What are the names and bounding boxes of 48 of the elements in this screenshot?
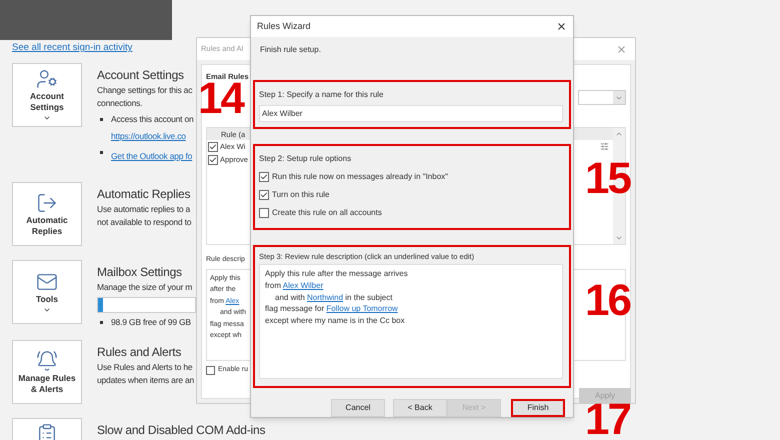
tile-label: Tools xyxy=(34,294,60,304)
wizard-button[interactable]: Finish xyxy=(511,399,565,417)
step-number: 15 xyxy=(585,160,630,198)
wizard-button[interactable]: Cancel xyxy=(331,399,385,417)
description-line: from Alex Wilber xyxy=(265,280,324,292)
section-description: not available to respond to xyxy=(97,216,192,229)
step-number: 16 xyxy=(585,282,630,320)
tile-label: Automatic Replies xyxy=(25,214,69,236)
description-line: except where my name is in the Cc box xyxy=(265,315,405,327)
option-label: Turn on this rule xyxy=(272,189,330,201)
step-label: Step 1: Specify a name for this rule xyxy=(259,89,384,101)
section-title: Rules and Alerts xyxy=(97,344,182,361)
section-description: Change settings for this ac xyxy=(97,84,192,97)
section-title: Slow and Disabled COM Add-ins xyxy=(97,422,266,439)
step-label: Step 2: Setup rule options xyxy=(259,153,352,165)
step-number: 17 xyxy=(585,401,630,439)
bullet-text: 98.9 GB free of 99 GB xyxy=(111,316,191,329)
wizard-subtitle: Finish rule setup. xyxy=(260,44,321,56)
section-description: connections. xyxy=(97,97,142,110)
bullet-text: Access this account on xyxy=(111,113,194,126)
bullet-link[interactable]: https://outlook.live.co xyxy=(111,130,186,143)
description-line: flag message for Follow up Tomorrow xyxy=(265,303,398,316)
tile-label: Account Settings xyxy=(29,91,65,113)
value-link[interactable]: Northwind xyxy=(307,292,344,302)
value-link[interactable]: Alex Wilber xyxy=(282,280,324,290)
option-label: Create this rule on all accounts xyxy=(272,207,382,219)
step-number: 14 xyxy=(198,80,243,118)
rule-name-field[interactable]: Alex Wilber xyxy=(259,105,563,122)
tile-label: Manage Rules & Alerts xyxy=(17,372,77,394)
section-description: Use Rules and Alerts to he xyxy=(97,361,192,374)
wizard-button[interactable]: < Back xyxy=(393,399,447,417)
option-label: Run this rule now on messages already in "Inbox" xyxy=(272,171,448,183)
description-line: Apply this rule after the message arrives xyxy=(265,268,408,280)
section-title: Automatic Replies xyxy=(97,186,190,203)
value-link[interactable]: Follow up Tomorrow xyxy=(326,304,398,314)
settings-tile[interactable]: Automatic Replies xyxy=(12,182,82,246)
section-title: Mailbox Settings xyxy=(97,264,182,281)
section-title: Account Settings xyxy=(97,67,184,84)
section-description: updates when items are an xyxy=(97,374,194,387)
settings-tile[interactable]: Tools xyxy=(12,260,82,324)
bullet-link[interactable]: Get the Outlook app fo xyxy=(111,150,192,163)
signin-link[interactable]: See all recent sign-in activity xyxy=(12,41,132,63)
window-title: Rules Wizard xyxy=(257,20,311,33)
section-description: Manage the size of your m xyxy=(97,281,192,294)
settings-tile[interactable]: Account Settings xyxy=(12,63,82,127)
section-description: Use automatic replies to a xyxy=(97,203,190,216)
description-line: and with Northwind in the subject xyxy=(274,292,392,304)
settings-tile[interactable]: Manage Rules & Alerts xyxy=(12,340,82,404)
